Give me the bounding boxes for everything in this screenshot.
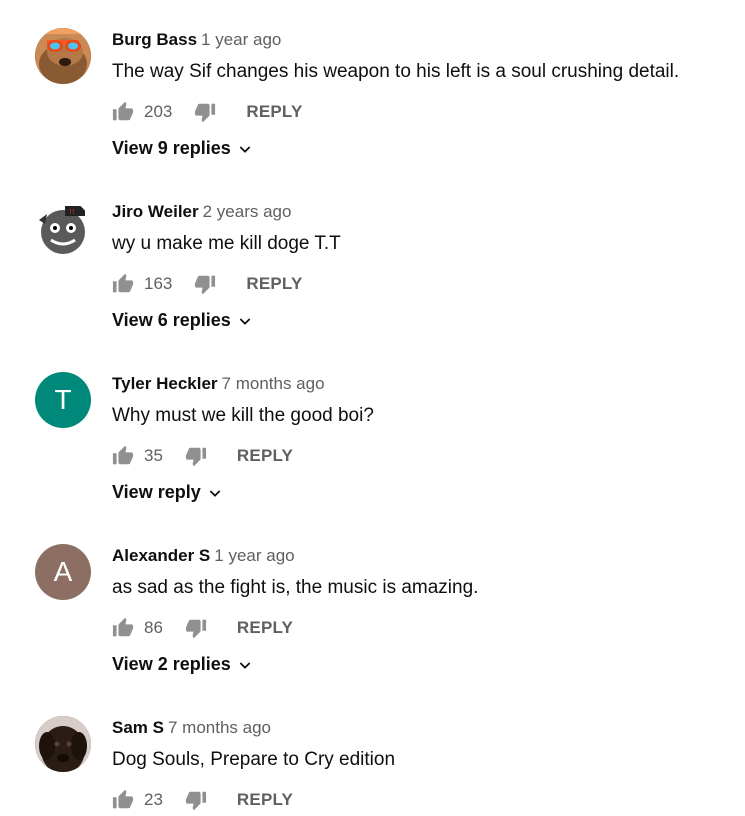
like-icon[interactable]: [112, 789, 134, 811]
avatar[interactable]: A: [35, 544, 91, 600]
dog-avatar-icon: [35, 716, 91, 772]
dislike-icon[interactable]: [185, 789, 207, 811]
like-icon[interactable]: [112, 445, 134, 467]
comment-text: Why must we kill the good boi?: [112, 405, 374, 426]
view-replies-label: View 6 replies: [112, 310, 231, 330]
author-name[interactable]: Tyler Heckler: [112, 374, 218, 393]
comment-text: Dog Souls, Prepare to Cry edition: [112, 749, 396, 770]
view-replies-label: View reply: [112, 482, 201, 502]
view-replies-button[interactable]: View 6 replies: [112, 310, 253, 331]
dislike-icon[interactable]: [194, 101, 216, 123]
chevron-down-icon: [239, 661, 251, 669]
reply-button[interactable]: REPLY: [237, 618, 293, 638]
comment-actions: 23 REPLY: [112, 788, 293, 812]
chevron-down-icon: [239, 317, 251, 325]
like-icon[interactable]: [112, 273, 134, 295]
comment-actions: 86 REPLY: [112, 616, 293, 640]
dog-sunglasses-avatar-icon: [35, 28, 91, 84]
comment-actions: 203 REPLY: [112, 100, 303, 124]
dislike-icon[interactable]: [185, 445, 207, 467]
dislike-icon[interactable]: [194, 273, 216, 295]
like-count: 35: [144, 446, 163, 465]
view-replies-button[interactable]: View 9 replies: [112, 138, 253, 159]
comment-time[interactable]: 7 months ago: [168, 718, 271, 737]
chevron-down-icon: [209, 489, 220, 497]
reply-button[interactable]: REPLY: [237, 790, 293, 810]
view-replies-button[interactable]: View reply: [112, 482, 223, 503]
comment-time[interactable]: 1 year ago: [214, 546, 294, 565]
comment-time[interactable]: 2 years ago: [203, 202, 292, 221]
comment-text: wy u make me kill doge T.T: [112, 233, 341, 254]
author-name[interactable]: Sam S: [112, 718, 164, 737]
avatar-letter: A: [53, 556, 73, 587]
like-count: 86: [144, 618, 163, 637]
comment-time[interactable]: 7 months ago: [222, 374, 325, 393]
comment-header: Burg Bass 1 year ago: [112, 30, 281, 50]
like-count: 163: [144, 274, 173, 293]
avatar[interactable]: [35, 28, 91, 84]
comment-header: Jiro Weiler 2 years ago: [112, 202, 291, 222]
reply-button[interactable]: REPLY: [246, 102, 302, 122]
reply-button[interactable]: REPLY: [237, 446, 293, 466]
avatar[interactable]: T: [35, 372, 91, 428]
view-replies-label: View 2 replies: [112, 654, 231, 674]
like-count: 203: [144, 102, 173, 121]
avatar[interactable]: [35, 716, 91, 772]
avatar[interactable]: !!: [35, 200, 91, 256]
comment-header: Sam S7 months ago: [112, 718, 271, 738]
comment-actions: 163 REPLY: [112, 272, 303, 296]
like-icon[interactable]: [112, 617, 134, 639]
like-icon[interactable]: [112, 101, 134, 123]
view-replies-label: View 9 replies: [112, 138, 231, 158]
dislike-icon[interactable]: [185, 617, 207, 639]
comment-actions: 35 REPLY: [112, 444, 293, 468]
svg-text:!!: !!: [69, 208, 75, 216]
chevron-down-icon: [239, 145, 251, 153]
comment-time[interactable]: 1 year ago: [201, 30, 281, 49]
cartoon-avatar-icon: !!: [35, 200, 91, 256]
like-count: 23: [144, 790, 163, 809]
reply-button[interactable]: REPLY: [246, 274, 302, 294]
comment-header: Tyler Heckler 7 months ago: [112, 374, 325, 394]
author-name[interactable]: Burg Bass: [112, 30, 197, 49]
avatar-letter: T: [54, 384, 72, 415]
author-name[interactable]: Alexander S: [112, 546, 210, 565]
comment-header: Alexander S1 year ago: [112, 546, 295, 566]
comment-text: as sad as the fight is, the music is ama…: [112, 577, 479, 598]
view-replies-button[interactable]: View 2 replies: [112, 654, 253, 675]
comment-text: The way Sif changes his weapon to his le…: [112, 61, 680, 82]
author-name[interactable]: Jiro Weiler: [112, 202, 199, 221]
